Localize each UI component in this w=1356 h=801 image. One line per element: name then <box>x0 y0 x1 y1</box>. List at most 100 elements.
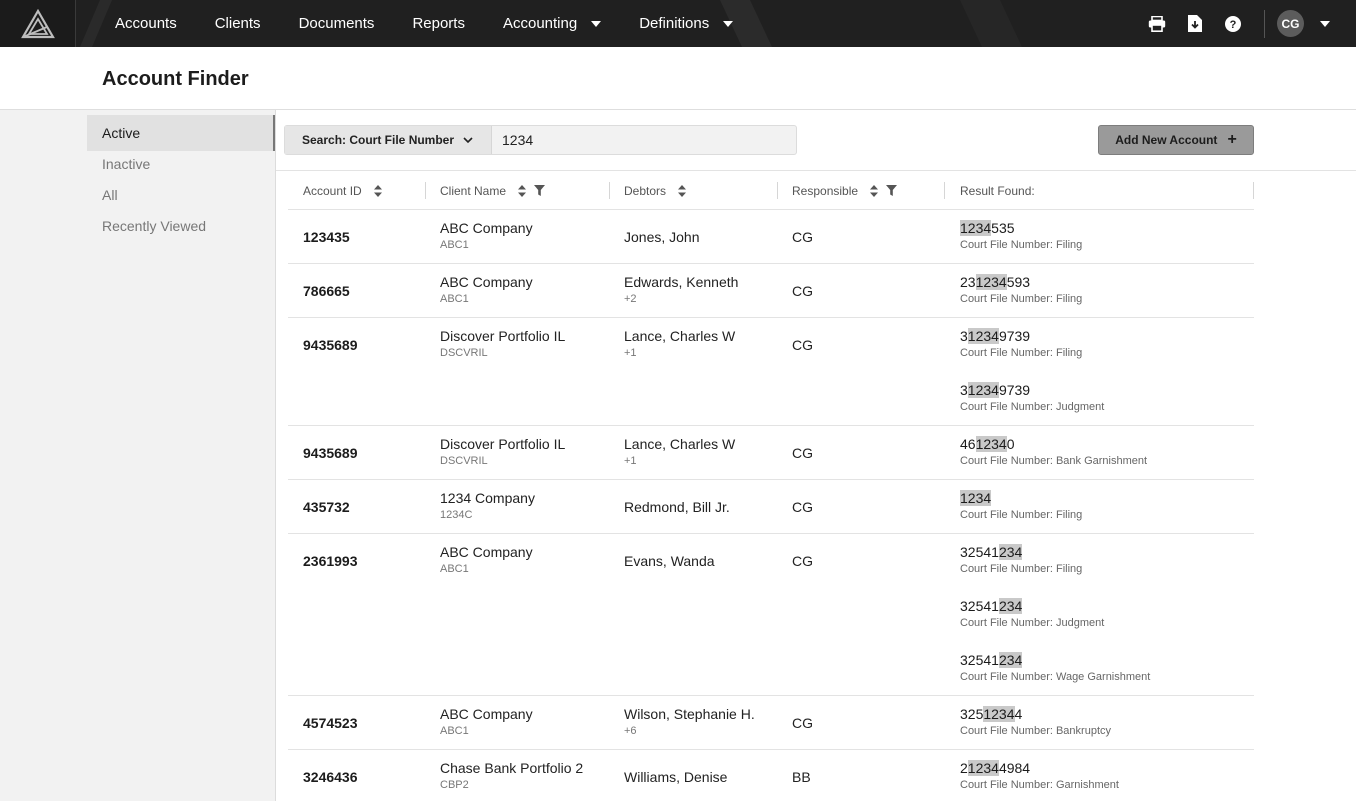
sort-icon[interactable] <box>373 184 382 197</box>
client-code: ABC1 <box>440 293 469 305</box>
plus-icon: + <box>1227 131 1237 148</box>
debtor-name[interactable]: Williams, Denise <box>624 769 727 786</box>
sort-icon[interactable] <box>518 184 527 197</box>
result-item[interactable]: 32512344 Court File Number: Bankruptcy <box>960 696 1111 750</box>
search-input[interactable] <box>492 126 796 154</box>
debtor-name[interactable]: Evans, Wanda <box>624 553 715 570</box>
nav-item-accounting[interactable]: Accounting <box>484 15 620 32</box>
print-icon <box>1148 15 1166 32</box>
account-id[interactable]: 3246436 <box>303 769 358 785</box>
account-id[interactable]: 9435689 <box>303 445 358 461</box>
client-code: CBP2 <box>440 779 469 791</box>
debtor-cell: Williams, Denise <box>624 769 727 786</box>
result-value: 32541234 <box>960 652 1150 669</box>
account-id[interactable]: 2361993 <box>303 553 358 569</box>
table-row[interactable]: 2361993 ABC Company ABC1 Evans, Wanda CG 3254… <box>288 534 1254 696</box>
debtor-name[interactable]: Wilson, Stephanie H. <box>624 706 755 723</box>
result-item[interactable]: 1234 Court File Number: Filing <box>960 480 1082 534</box>
result-item[interactable]: 32541234 Court File Number: Judgment <box>960 588 1150 642</box>
responsible: CG <box>792 715 813 731</box>
result-item[interactable]: 32541234 Court File Number: Filing <box>960 534 1150 588</box>
result-item[interactable]: 32541234 Court File Number: Wage Garnishm… <box>960 642 1150 696</box>
result-value: 32541234 <box>960 544 1150 561</box>
nav-utility-area: ? CG <box>1138 0 1330 47</box>
user-menu[interactable]: CG <box>1277 10 1330 37</box>
result-item[interactable]: 4612340 Court File Number: Bank Garnishme… <box>960 426 1147 480</box>
nav-item-clients[interactable]: Clients <box>196 15 280 32</box>
client-code: DSCVRIL <box>440 347 488 359</box>
table-row[interactable]: 786665 ABC Company ABC1 Edwards, Kenneth +2 C… <box>288 264 1254 318</box>
result-value-prefix: 46 <box>960 436 976 452</box>
help-button[interactable]: ? <box>1214 0 1252 47</box>
result-value-suffix: 593 <box>1006 274 1031 290</box>
nav-item-label: Accounting <box>502 15 578 32</box>
additional-debtors-count: +2 <box>624 293 637 305</box>
search-type-dropdown[interactable]: Search: Court File Number <box>285 126 492 154</box>
table-row[interactable]: 123435 ABC Company ABC1 Jones, John CG 123453… <box>288 210 1254 264</box>
client-name[interactable]: Chase Bank Portfolio 2 <box>440 760 583 777</box>
client-name[interactable]: Discover Portfolio IL <box>440 328 565 345</box>
nav-item-label: Definitions <box>639 15 710 32</box>
nav-item-reports[interactable]: Reports <box>393 15 484 32</box>
sidebar-item-recently-viewed[interactable]: Recently Viewed <box>87 208 275 244</box>
client-name[interactable]: ABC Company <box>440 274 533 291</box>
result-value-suffix: 9739 <box>998 328 1031 344</box>
account-id[interactable]: 786665 <box>303 283 350 299</box>
column-header-account-id[interactable]: Account ID <box>303 171 382 210</box>
column-header-label: Account ID <box>303 183 362 198</box>
column-header-debtors[interactable]: Debtors <box>624 171 687 210</box>
result-value: 1234 <box>960 490 1082 507</box>
column-header-label: Responsible <box>792 183 859 198</box>
sort-icon[interactable] <box>678 184 687 197</box>
print-button[interactable] <box>1138 0 1176 47</box>
result-item[interactable]: 231234593 Court File Number: Filing <box>960 264 1082 318</box>
debtor-name[interactable]: Lance, Charles W <box>624 436 735 453</box>
account-id[interactable]: 4574523 <box>303 715 358 731</box>
add-new-account-button[interactable]: Add New Account + <box>1098 125 1254 155</box>
client-name[interactable]: 1234 Company <box>440 490 535 507</box>
nav-item-label: Accounts <box>115 15 177 32</box>
sidebar: Active Inactive All Recently Viewed <box>0 110 276 801</box>
result-item[interactable]: 312349739 Court File Number: Filing <box>960 318 1104 372</box>
nav-item-label: Clients <box>214 15 261 32</box>
responsible: CG <box>792 229 813 245</box>
result-type: Court File Number: Filing <box>960 293 1083 305</box>
table-row[interactable]: 4574523 ABC Company ABC1 Wilson, Stephanie … <box>288 696 1254 750</box>
table-row[interactable]: 3246436 Chase Bank Portfolio 2 CBP2 William… <box>288 750 1254 801</box>
debtor-name[interactable]: Jones, John <box>624 229 700 246</box>
result-value-prefix: 32541 <box>960 652 999 668</box>
responsible: CG <box>792 445 813 461</box>
nav-item-documents[interactable]: Documents <box>280 15 394 32</box>
account-id[interactable]: 123435 <box>303 229 350 245</box>
table-row[interactable]: 9435689 Discover Portfolio IL DSCVRIL Lance… <box>288 318 1254 426</box>
additional-debtors-count: +1 <box>624 455 637 467</box>
column-header-responsible[interactable]: Responsible <box>792 171 898 210</box>
nav-item-accounts[interactable]: Accounts <box>96 15 196 32</box>
client-name[interactable]: Discover Portfolio IL <box>440 436 565 453</box>
result-cell: 212344984 Court File Number: Garnishment <box>960 750 1119 801</box>
result-item[interactable]: 212344984 Court File Number: Garnishment <box>960 750 1119 801</box>
debtor-name[interactable]: Lance, Charles W <box>624 328 735 345</box>
column-header-client-name[interactable]: Client Name <box>440 171 546 210</box>
nav-item-definitions[interactable]: Definitions <box>620 15 752 32</box>
result-item[interactable]: 1234535 Court File Number: Filing <box>960 210 1082 264</box>
client-name[interactable]: ABC Company <box>440 706 533 723</box>
debtor-name[interactable]: Redmond, Bill Jr. <box>624 499 730 516</box>
filter-icon[interactable] <box>886 185 898 196</box>
result-match-highlight: 1234 <box>975 436 1007 452</box>
table-row[interactable]: 9435689 Discover Portfolio IL DSCVRIL Lance… <box>288 426 1254 480</box>
table-row[interactable]: 435732 1234 Company 1234C Redmond, Bill Jr.… <box>288 480 1254 534</box>
client-name[interactable]: ABC Company <box>440 544 533 561</box>
debtor-cell: Lance, Charles W +1 <box>624 328 735 360</box>
result-item[interactable]: 312349739 Court File Number: Judgment <box>960 372 1104 426</box>
filter-icon[interactable] <box>534 185 546 196</box>
sort-icon[interactable] <box>870 184 879 197</box>
download-file-button[interactable] <box>1176 0 1214 47</box>
account-id[interactable]: 9435689 <box>303 337 358 353</box>
account-id[interactable]: 435732 <box>303 499 350 515</box>
client-name[interactable]: ABC Company <box>440 220 533 237</box>
app-logo[interactable] <box>0 0 76 47</box>
debtor-name[interactable]: Edwards, Kenneth <box>624 274 738 291</box>
add-new-account-label: Add New Account <box>1115 133 1218 147</box>
result-value: 32512344 <box>960 706 1111 723</box>
